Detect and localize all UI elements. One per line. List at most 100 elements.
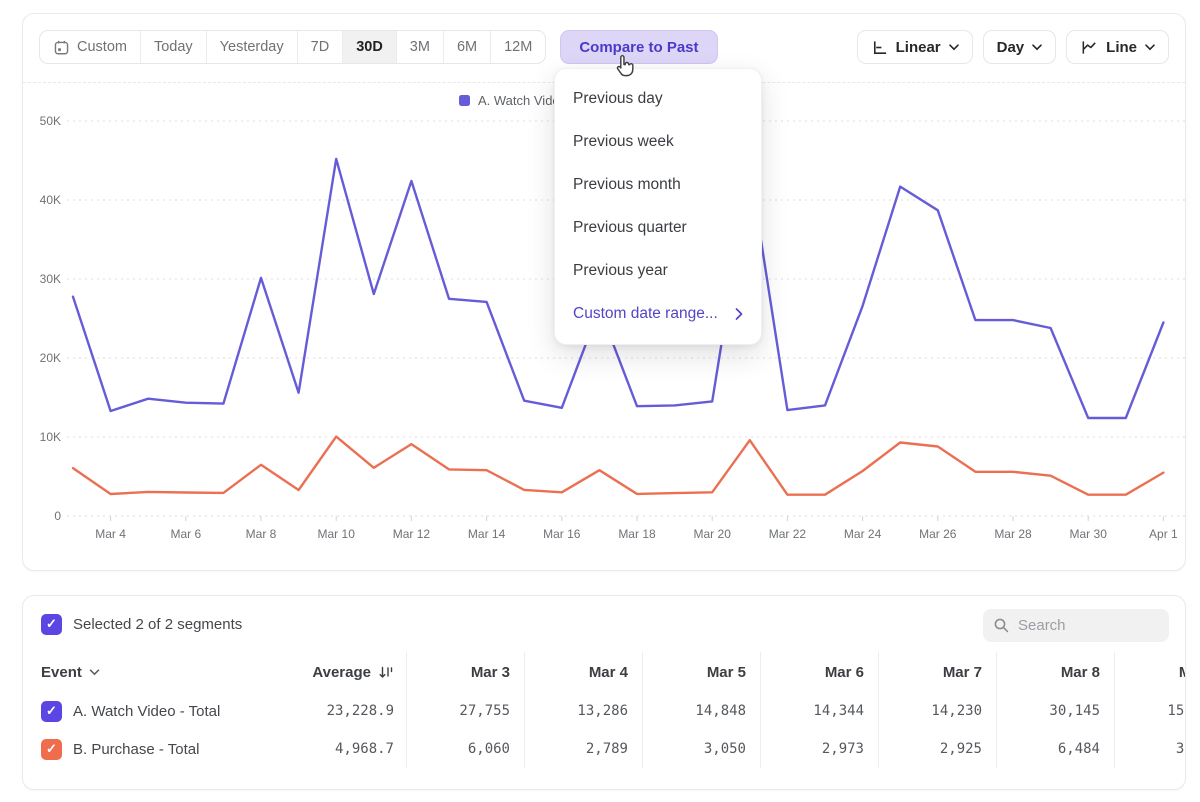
calendar-icon (53, 39, 70, 56)
range-yesterday[interactable]: Yesterday (207, 31, 298, 63)
y-tick-label: 20K (40, 351, 61, 365)
x-tick-label: Mar 14 (468, 527, 506, 541)
range-label: Custom (77, 39, 127, 55)
compare-to-past-menu: Previous dayPrevious weekPrevious monthP… (554, 68, 762, 345)
cell-value: 13,286 (577, 703, 628, 719)
y-tick-label: 10K (40, 430, 61, 444)
menu-item-custom-date-range[interactable]: Custom date range... (555, 292, 761, 335)
value-cell: 3,297 (1114, 730, 1186, 768)
column-header-average[interactable]: Average (310, 652, 406, 692)
menu-item-previous-year[interactable]: Previous year (555, 249, 761, 292)
column-header-mar-8[interactable]: Mar 8 (996, 652, 1114, 692)
column-header-mar-6[interactable]: Mar 6 (760, 652, 878, 692)
cell-value: 4,968.7 (335, 741, 394, 757)
y-tick-label: 30K (40, 272, 61, 286)
chart-options-group: Linear Day Line (857, 30, 1169, 64)
column-header-label: Mar 9 (1179, 664, 1186, 681)
search-box[interactable] (983, 609, 1169, 642)
range-label: 30D (356, 39, 383, 55)
x-tick-label: Mar 4 (95, 527, 126, 541)
range-today[interactable]: Today (141, 31, 207, 63)
event-cell: ✓ A. Watch Video - Total (23, 692, 310, 730)
compare-to-past-button[interactable]: Compare to Past (560, 30, 717, 64)
chevron-down-icon (1032, 44, 1042, 51)
range-label: 3M (410, 39, 430, 55)
date-range-control: Custom Today Yesterday 7D 30D 3M 6M 12M (39, 30, 546, 64)
x-tick-label: Mar 30 (1070, 527, 1108, 541)
table-header-row: EventAverage Mar 3 Mar 4 Mar 5 Mar 6 Mar 7 Mar… (23, 652, 1186, 692)
search-input[interactable] (1018, 617, 1148, 634)
cell-value: 6,060 (468, 741, 510, 757)
table-header-bar: ✓ Selected 2 of 2 segments (23, 596, 1185, 652)
value-cell: 6,060 (406, 730, 524, 768)
value-cell: 3,050 (642, 730, 760, 768)
column-header-label: Mar 6 (825, 664, 864, 681)
event-cell: ✓B. Purchase - Total (23, 730, 310, 768)
value-cell: 30,145 (996, 692, 1114, 730)
interval-label: Day (997, 39, 1025, 56)
range-30d[interactable]: 30D (343, 31, 397, 63)
column-header-label: Mar 5 (707, 664, 746, 681)
column-header-mar-3[interactable]: Mar 3 (406, 652, 524, 692)
cell-value: 2,973 (822, 741, 864, 757)
row-checkbox[interactable]: ✓ (41, 739, 62, 760)
x-tick-label: Mar 8 (246, 527, 277, 541)
value-cell: 6,484 (996, 730, 1114, 768)
value-cell: 14,848 (642, 692, 760, 730)
column-header-event[interactable]: Event (23, 652, 310, 692)
menu-item-previous-week[interactable]: Previous week (555, 120, 761, 163)
menu-item-previous-day[interactable]: Previous day (555, 77, 761, 120)
line-chart-icon (1080, 39, 1098, 56)
range-7d[interactable]: 7D (298, 31, 344, 63)
row-checkbox[interactable]: ✓ (41, 701, 62, 722)
menu-item-previous-quarter[interactable]: Previous quarter (555, 206, 761, 249)
select-all-checkbox[interactable]: ✓ (41, 614, 62, 635)
range-custom[interactable]: Custom (40, 31, 141, 63)
column-header-mar-4[interactable]: Mar 4 (524, 652, 642, 692)
range-6m[interactable]: 6M (444, 31, 491, 63)
column-header-label: Average (312, 664, 371, 681)
column-header-mar-5[interactable]: Mar 5 (642, 652, 760, 692)
x-tick-label: Mar 10 (318, 527, 356, 541)
legend-swatch-watch-video (459, 95, 470, 106)
x-tick-label: Mar 6 (170, 527, 201, 541)
cell-value: 2,789 (586, 741, 628, 757)
x-tick-label: Mar 12 (393, 527, 431, 541)
interval-dropdown-button[interactable]: Day (983, 30, 1057, 64)
chevron-down-icon (89, 669, 100, 676)
range-label: 7D (311, 39, 330, 55)
x-tick-label: Mar 20 (694, 527, 732, 541)
x-tick-label: Apr 1 (1149, 527, 1178, 541)
value-cell: 4,968.7 (310, 730, 406, 768)
scale-dropdown-button[interactable]: Linear (857, 30, 973, 64)
chevron-right-icon (735, 308, 743, 320)
range-label: 12M (504, 39, 532, 55)
column-header-mar-9[interactable]: Mar 9 (1114, 652, 1186, 692)
column-header-label: Mar 3 (471, 664, 510, 681)
cell-value: 27,755 (459, 703, 510, 719)
value-cell: 14,230 (878, 692, 996, 730)
column-header-label: Mar 8 (1061, 664, 1100, 681)
range-label: Today (154, 39, 193, 55)
value-cell: 27,755 (406, 692, 524, 730)
menu-item-previous-month[interactable]: Previous month (555, 163, 761, 206)
selected-segments-label: Selected 2 of 2 segments (73, 616, 242, 633)
cell-value: 30,145 (1049, 703, 1100, 719)
chart-type-label: Line (1106, 39, 1137, 56)
chart-type-dropdown-button[interactable]: Line (1066, 30, 1169, 64)
x-tick-label: Mar 16 (543, 527, 581, 541)
x-tick-label: Mar 24 (844, 527, 882, 541)
sort-descending-icon (378, 665, 394, 680)
column-header-mar-7[interactable]: Mar 7 (878, 652, 996, 692)
cell-value: 3,297 (1176, 741, 1186, 757)
range-12m[interactable]: 12M (491, 31, 545, 63)
chevron-down-icon (949, 44, 959, 51)
event-label: A. Watch Video - Total (73, 703, 220, 720)
value-cell: 23,228.9 (310, 692, 406, 730)
range-3m[interactable]: 3M (397, 31, 444, 63)
range-label: 6M (457, 39, 477, 55)
value-cell: 13,286 (524, 692, 642, 730)
column-header-label: Mar 4 (589, 664, 628, 681)
table-row-a-watch-video-total: ✓ A. Watch Video - Total 23,228.9 27,755 13,… (23, 692, 1186, 730)
value-cell: 15,612 (1114, 692, 1186, 730)
